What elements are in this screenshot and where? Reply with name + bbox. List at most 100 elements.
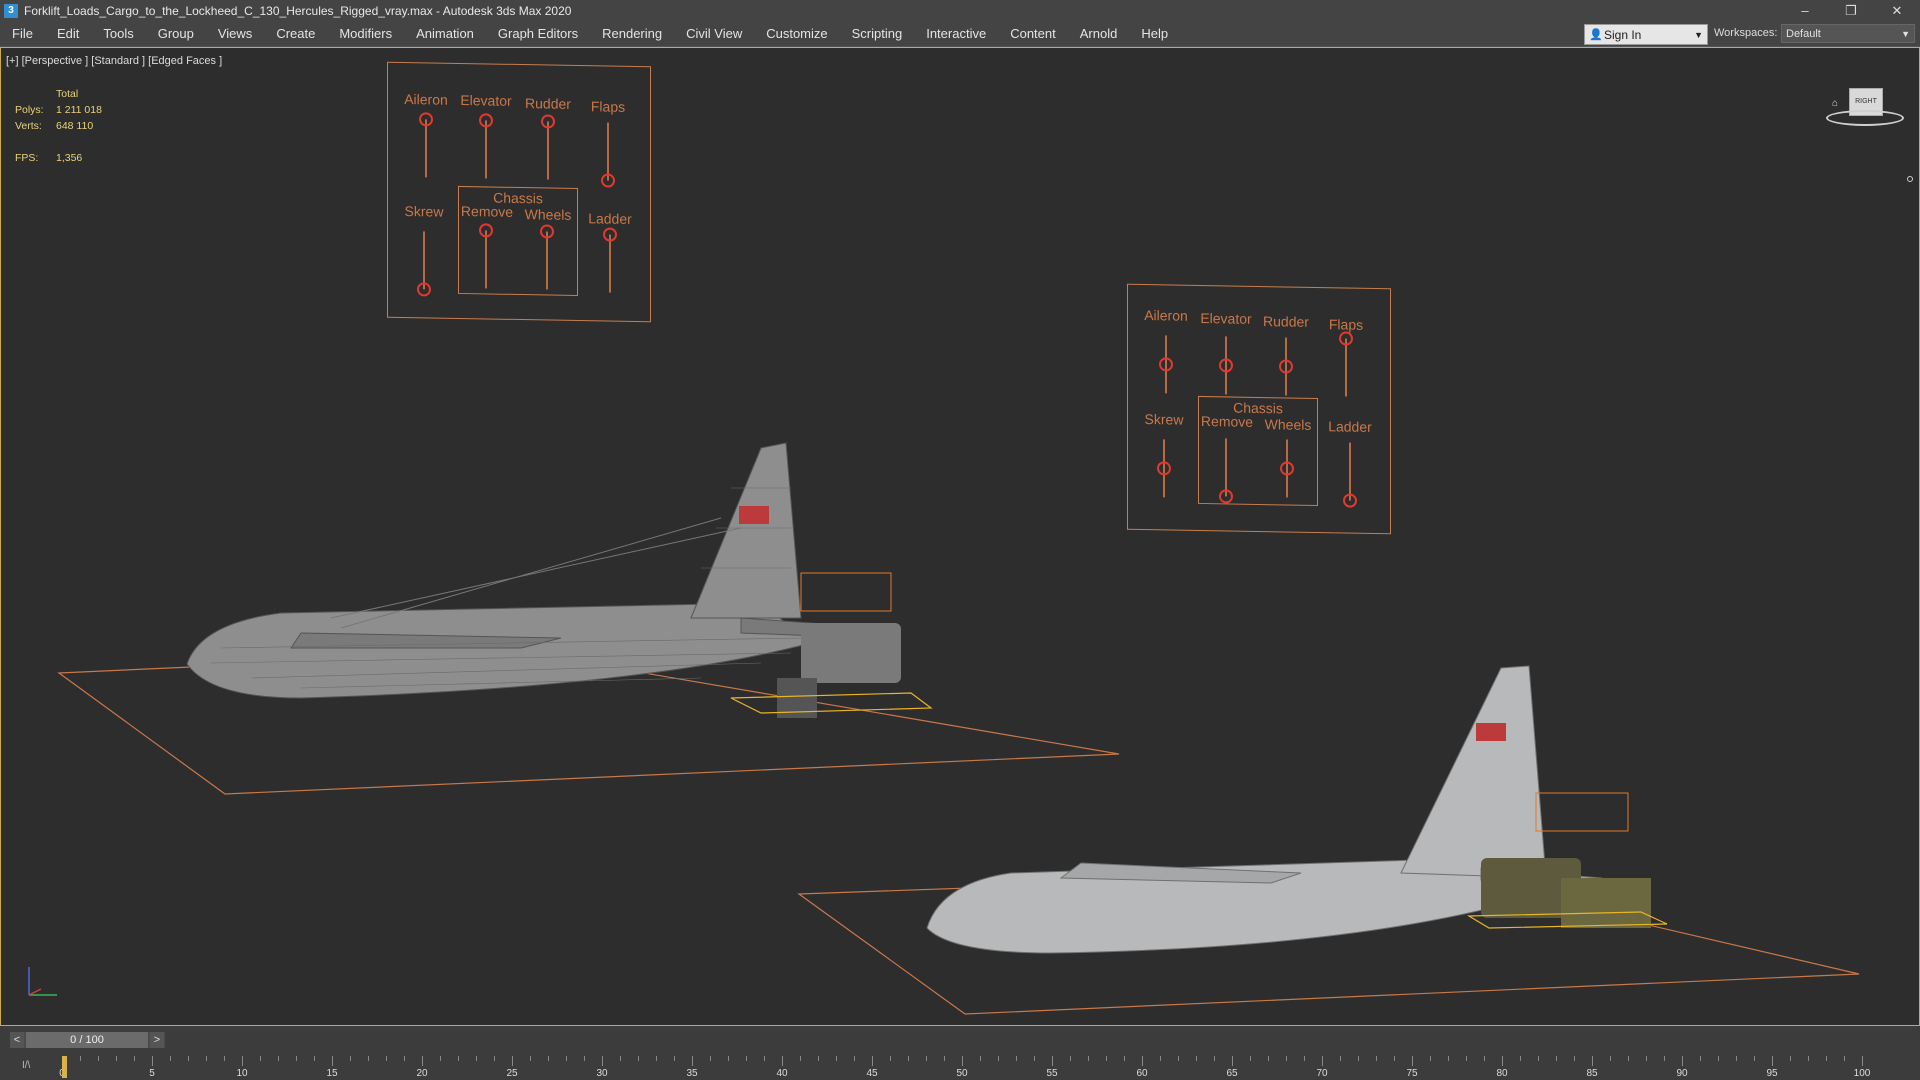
menu-rendering[interactable]: Rendering (590, 22, 674, 46)
elevator-slider-track[interactable] (485, 120, 487, 179)
ruler-tick (1844, 1056, 1845, 1061)
ruler-tick (1808, 1056, 1809, 1061)
ruler-tick (944, 1056, 945, 1061)
menu-help[interactable]: Help (1129, 22, 1180, 46)
polys-label: Polys: (15, 104, 44, 116)
flaps-slider-track[interactable] (1345, 338, 1347, 397)
menu-arnold[interactable]: Arnold (1068, 22, 1130, 46)
ruler-tick (926, 1056, 927, 1061)
menu-graph-editors[interactable]: Graph Editors (486, 22, 590, 46)
menu-views[interactable]: Views (206, 22, 264, 46)
aileron-label: Aileron (1144, 306, 1188, 324)
flaps-slider-track[interactable] (607, 122, 609, 181)
viewcube-menu-icon[interactable] (1907, 176, 1913, 182)
ruler-tick (1592, 1056, 1593, 1066)
menu-customize[interactable]: Customize (754, 22, 839, 46)
ruler-tick (1142, 1056, 1143, 1066)
ruler-tick (1322, 1056, 1323, 1066)
ruler-tick (872, 1056, 873, 1066)
menu-content[interactable]: Content (998, 22, 1068, 46)
ruler-tick (782, 1056, 783, 1066)
time-slider-panel: < 0 / 100 > I/\ 051015202530354045505560… (0, 1026, 1920, 1080)
next-frame-button[interactable]: > (150, 1032, 164, 1048)
ruler-tick (764, 1056, 765, 1061)
aileron-slider-knob[interactable] (419, 112, 433, 127)
rudder-slider-knob[interactable] (541, 114, 555, 129)
aileron-slider-track[interactable] (425, 119, 427, 178)
menu-edit[interactable]: Edit (45, 22, 91, 46)
skrew-slider-track[interactable] (423, 231, 425, 290)
ruler-tick (1070, 1056, 1071, 1061)
elevator-slider-knob[interactable] (1219, 358, 1233, 373)
rudder-slider-track[interactable] (547, 121, 549, 180)
wheels-slider-knob[interactable] (1280, 461, 1294, 476)
aileron-label: Aileron (404, 90, 448, 108)
elevator-label: Elevator (460, 91, 512, 109)
track-bar-ruler[interactable]: 0510152025303540455055606570758085909510… (59, 1056, 1870, 1080)
menu-create[interactable]: Create (264, 22, 327, 46)
ruler-tick (1646, 1056, 1647, 1061)
axis-tripod-icon (28, 967, 57, 996)
user-icon: 👤 (1589, 29, 1603, 41)
ladder-slider-track[interactable] (609, 234, 611, 293)
sign-in-dropdown[interactable]: 👤 Sign In ▼ (1584, 24, 1708, 45)
skrew-slider-knob[interactable] (1157, 461, 1171, 476)
menu-animation[interactable]: Animation (404, 22, 486, 46)
ruler-tick (818, 1056, 819, 1061)
minimize-button[interactable]: – (1782, 0, 1828, 22)
ruler-tick (1574, 1056, 1575, 1061)
remove-slider-track[interactable] (1225, 438, 1227, 497)
current-frame-marker[interactable] (62, 1056, 67, 1078)
ruler-tick (998, 1056, 999, 1061)
ruler-tick-label: 70 (1316, 1068, 1328, 1079)
viewport-label[interactable]: [+] [Perspective ] [Standard ] [Edged Fa… (6, 55, 222, 67)
ruler-tick (1736, 1056, 1737, 1061)
ruler-tick (1502, 1056, 1503, 1066)
skrew-slider-knob[interactable] (417, 282, 431, 297)
remove-slider-knob[interactable] (479, 223, 493, 238)
ruler-tick-label: 60 (1136, 1068, 1148, 1079)
ruler-tick-label: 85 (1586, 1068, 1598, 1079)
ruler-tick (1412, 1056, 1413, 1066)
ladder-slider-knob[interactable] (1343, 493, 1357, 508)
ruler-tick (1034, 1056, 1035, 1061)
restore-button[interactable]: ❐ (1828, 0, 1874, 22)
menu-modifiers[interactable]: Modifiers (327, 22, 404, 46)
elevator-slider-knob[interactable] (479, 113, 493, 128)
ruler-tick-label: 90 (1676, 1068, 1688, 1079)
curve-editor-icon[interactable]: I/\ (22, 1060, 30, 1071)
ruler-tick (908, 1056, 909, 1061)
menu-scripting[interactable]: Scripting (840, 22, 915, 46)
menu-interactive[interactable]: Interactive (914, 22, 998, 46)
ruler-tick-label: 95 (1766, 1068, 1778, 1079)
aileron-slider-knob[interactable] (1159, 357, 1173, 372)
workspace-select[interactable]: Default ▼ (1781, 24, 1915, 43)
rudder-slider-knob[interactable] (1279, 359, 1293, 374)
wheels-slider-track[interactable] (546, 231, 548, 290)
viewcube-compass-ring[interactable] (1826, 110, 1904, 126)
remove-slider-knob[interactable] (1219, 489, 1233, 504)
ladder-slider-track[interactable] (1349, 442, 1351, 501)
flaps-slider-knob[interactable] (601, 173, 615, 188)
ruler-tick (1826, 1056, 1827, 1061)
menu-file[interactable]: File (0, 22, 45, 46)
skrew-label: Skrew (404, 203, 444, 220)
ladder-slider-knob[interactable] (603, 227, 617, 242)
ruler-tick (278, 1056, 279, 1061)
wheels-label: Wheels (1264, 416, 1312, 433)
verts-label: Verts: (15, 120, 42, 132)
perspective-viewport[interactable]: [+] [Perspective ] [Standard ] [Edged Fa… (0, 47, 1920, 1026)
menu-group[interactable]: Group (146, 22, 206, 46)
prev-frame-button[interactable]: < (10, 1032, 24, 1048)
menu-civil-view[interactable]: Civil View (674, 22, 754, 46)
ruler-tick-label: 30 (596, 1068, 608, 1079)
close-button[interactable]: ✕ (1874, 0, 1920, 22)
wheels-slider-knob[interactable] (540, 224, 554, 239)
time-slider[interactable]: 0 / 100 (26, 1032, 148, 1048)
ruler-tick (548, 1056, 549, 1061)
menu-tools[interactable]: Tools (91, 22, 145, 46)
remove-slider-track[interactable] (485, 230, 487, 289)
ruler-tick (800, 1056, 801, 1061)
flaps-slider-knob[interactable] (1339, 331, 1353, 346)
viewcube[interactable]: RIGHT (1826, 84, 1904, 164)
